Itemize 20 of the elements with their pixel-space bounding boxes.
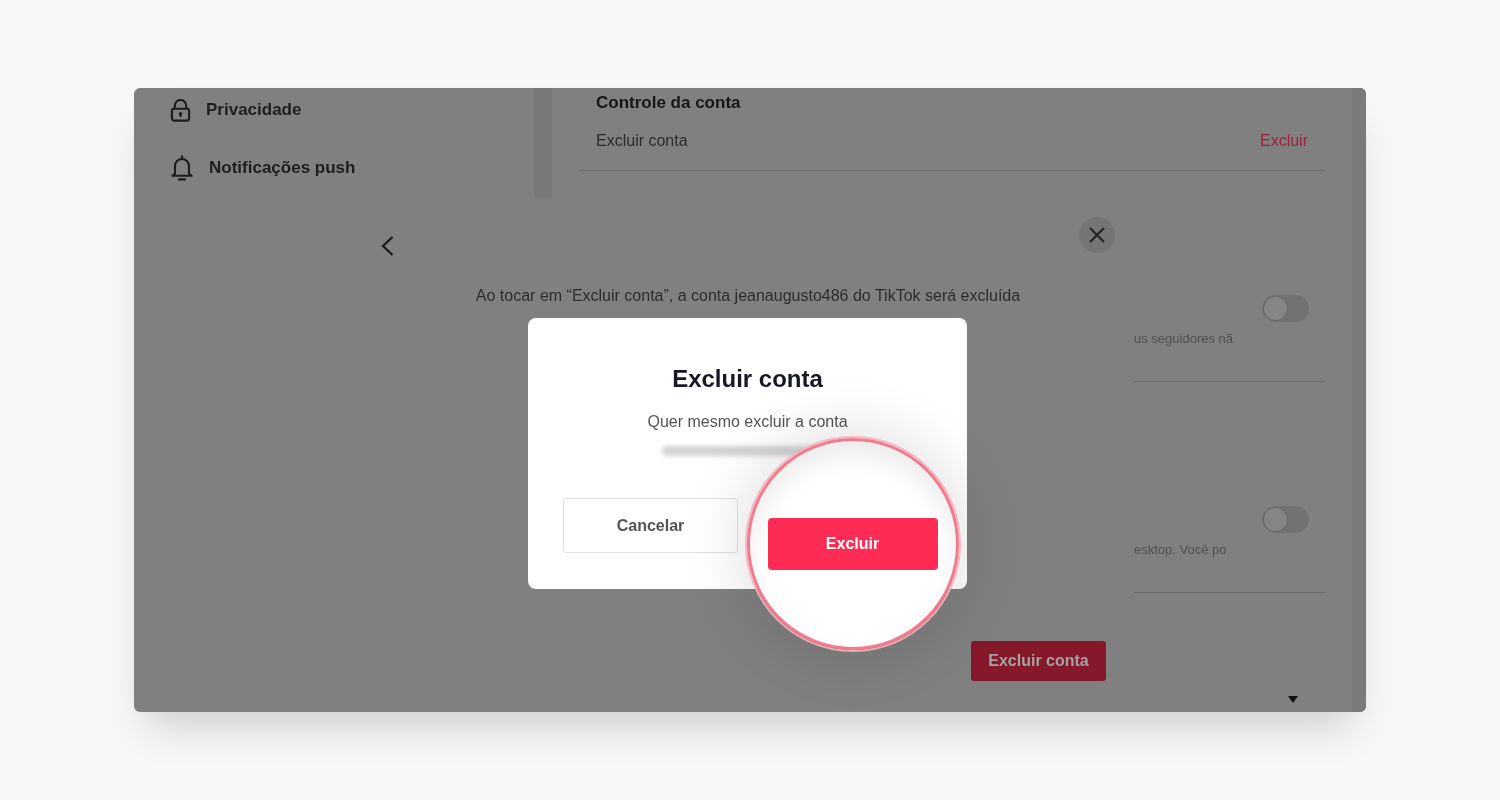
lock-icon (170, 98, 191, 122)
bell-icon (170, 155, 194, 181)
sidebar-item[interactable]: Privacidade (170, 97, 302, 123)
setting-label: Excluir conta (596, 131, 688, 151)
delete-account-button[interactable]: Excluir conta (971, 641, 1106, 681)
dialog-title: Excluir conta (672, 364, 823, 394)
toggle-switch[interactable] (1262, 506, 1309, 533)
cancel-button[interactable]: Cancelar (563, 498, 738, 553)
close-icon (1089, 227, 1105, 243)
sidebar-scrollbar[interactable] (534, 88, 552, 198)
back-icon[interactable] (381, 236, 394, 256)
sidebar-item[interactable]: Notificações push (170, 155, 356, 181)
section-title: Controle da conta (595, 92, 741, 114)
page-scrollbar[interactable] (1352, 88, 1366, 712)
warning-message: Ao tocar em “Excluir conta”, a conta jeanaugusto486 do TikTok será excluída (475, 286, 1021, 306)
dialog-message: Quer mesmo excluir a conta (647, 412, 848, 432)
confirm-delete-button[interactable]: Excluir (767, 517, 938, 570)
close-button[interactable] (1079, 217, 1115, 253)
caret-down-icon[interactable] (1288, 696, 1298, 703)
toggle-switch[interactable] (1262, 295, 1309, 322)
